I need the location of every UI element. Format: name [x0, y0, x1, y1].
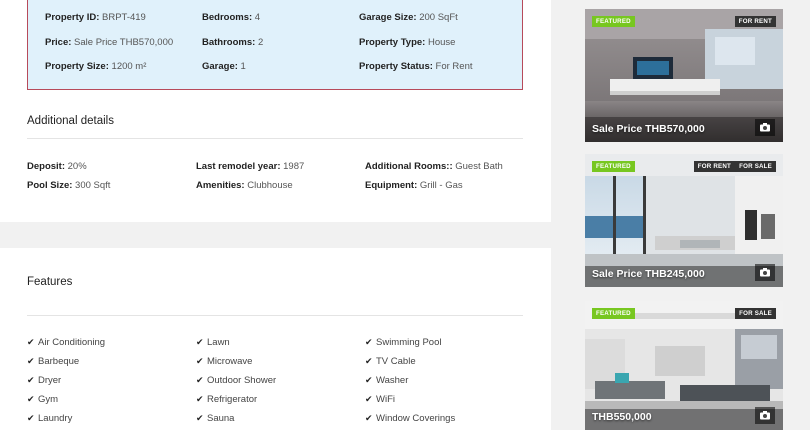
listing-card[interactable]: FEATURED FOR RENT FOR SALE Sale Price TH…	[585, 154, 783, 287]
check-icon: ✔	[27, 337, 35, 347]
camera-icon	[760, 123, 770, 132]
property-id: Property ID: BRPT-419	[45, 12, 146, 23]
feature-item: ✔ Refrigerator	[196, 394, 258, 405]
check-icon: ✔	[365, 413, 373, 423]
amenities: Amenities: Clubhouse	[196, 180, 293, 191]
check-icon: ✔	[27, 356, 35, 366]
divider	[27, 138, 523, 139]
deposit: Deposit: 20%	[27, 161, 87, 172]
check-icon: ✔	[365, 394, 373, 404]
check-icon: ✔	[365, 375, 373, 385]
additional-rooms: Additional Rooms:: Guest Bath	[365, 161, 503, 172]
features-panel: Features ✔ Air Conditioning ✔ Lawn ✔ Swimmi…	[0, 248, 551, 430]
check-icon: ✔	[196, 337, 204, 347]
for-sale-badge[interactable]: FOR SALE	[735, 308, 776, 319]
camera-icon	[760, 411, 770, 420]
for-rent-badge[interactable]: FOR RENT	[734, 16, 776, 27]
for-sale-badge[interactable]: FOR SALE	[735, 161, 776, 172]
feature-item: ✔ Laundry	[27, 413, 73, 424]
feature-item: ✔ Sauna	[196, 413, 235, 424]
listing-price[interactable]: Sale Price THB570,000	[592, 123, 705, 135]
garage: Garage: 1	[202, 61, 246, 72]
camera-button[interactable]	[755, 407, 775, 424]
feature-item: ✔ Swimming Pool	[365, 337, 442, 348]
check-icon: ✔	[196, 413, 204, 423]
check-icon: ✔	[365, 356, 373, 366]
feature-item: ✔ Dryer	[27, 375, 62, 386]
feature-item: ✔ Barbeque	[27, 356, 80, 367]
feature-item: ✔ Washer	[365, 375, 409, 386]
check-icon: ✔	[27, 394, 35, 404]
divider	[27, 315, 523, 316]
check-icon: ✔	[27, 413, 35, 423]
camera-button[interactable]	[755, 119, 775, 136]
check-icon: ✔	[196, 394, 204, 404]
garage-size: Garage Size: 200 SqFt	[359, 12, 458, 23]
equipment: Equipment: Grill - Gas	[365, 180, 463, 191]
bedrooms: Bedrooms: 4	[202, 12, 261, 23]
pool-size: Pool Size: 300 Sqft	[27, 180, 111, 191]
last-remodel-year: Last remodel year: 1987	[196, 161, 305, 172]
features-title: Features	[27, 276, 73, 288]
property-type: Property Type: House	[359, 37, 456, 48]
camera-icon	[760, 268, 770, 277]
camera-button[interactable]	[755, 264, 775, 281]
price: Price: Sale Price THB570,000	[45, 37, 174, 48]
feature-item: ✔ Microwave	[196, 356, 253, 367]
feature-item: ✔ WiFi	[365, 394, 395, 405]
feature-item: ✔ Window Coverings	[365, 413, 456, 424]
property-overview-panel: Property ID: BRPT-419 Bedrooms: 4 Garage…	[0, 0, 551, 222]
for-rent-badge[interactable]: FOR RENT	[693, 161, 735, 172]
feature-item: ✔ Gym	[27, 394, 59, 405]
property-overview-box: Property ID: BRPT-419 Bedrooms: 4 Garage…	[27, 0, 523, 90]
feature-item: ✔ Lawn	[196, 337, 230, 348]
feature-item: ✔ TV Cable	[365, 356, 416, 367]
listing-price[interactable]: THB550,000	[592, 411, 652, 423]
listing-price[interactable]: Sale Price THB245,000	[592, 268, 705, 280]
property-status: Property Status: For Rent	[359, 61, 473, 72]
check-icon: ✔	[196, 375, 204, 385]
additional-details-title: Additional details	[27, 115, 114, 127]
check-icon: ✔	[27, 375, 35, 385]
feature-item: ✔ Outdoor Shower	[196, 375, 277, 386]
feature-item: ✔ Air Conditioning	[27, 337, 106, 348]
featured-badge: FEATURED	[592, 308, 635, 319]
featured-badge: FEATURED	[592, 161, 635, 172]
listing-card[interactable]: FEATURED FOR SALE THB550,000	[585, 301, 783, 430]
check-icon: ✔	[365, 337, 373, 347]
property-size: Property Size: 1200 m²	[45, 61, 147, 72]
listing-card[interactable]: FEATURED FOR RENT Sale Price THB570,000	[585, 9, 783, 142]
check-icon: ✔	[196, 356, 204, 366]
bathrooms: Bathrooms: 2	[202, 37, 264, 48]
featured-badge: FEATURED	[592, 16, 635, 27]
